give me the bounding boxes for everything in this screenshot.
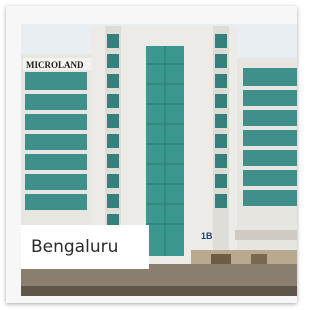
building-number: 1B xyxy=(201,231,213,241)
location-label: Bengaluru xyxy=(21,225,149,269)
signage-text: MICROLAND xyxy=(26,60,84,70)
